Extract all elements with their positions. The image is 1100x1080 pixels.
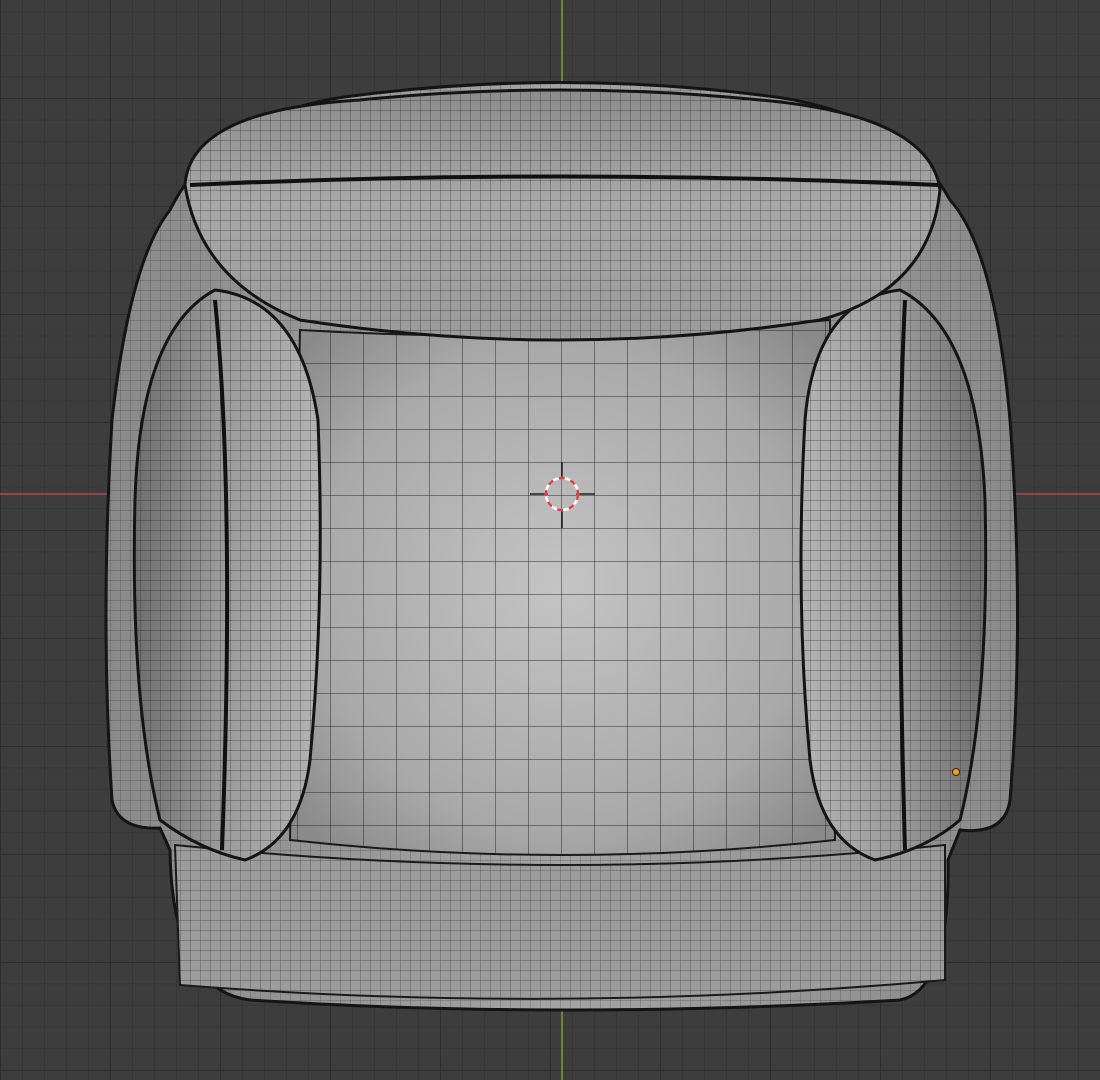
left-armrest-cushion[interactable]	[132, 288, 322, 862]
backrest-cushion[interactable]	[183, 88, 942, 342]
viewport-scene	[0, 0, 1100, 1080]
dot-icon[interactable]	[952, 768, 960, 776]
seat-front-edge	[173, 843, 946, 1000]
seat-cushion[interactable]	[280, 318, 850, 880]
3d-viewport[interactable]	[0, 0, 1100, 1080]
